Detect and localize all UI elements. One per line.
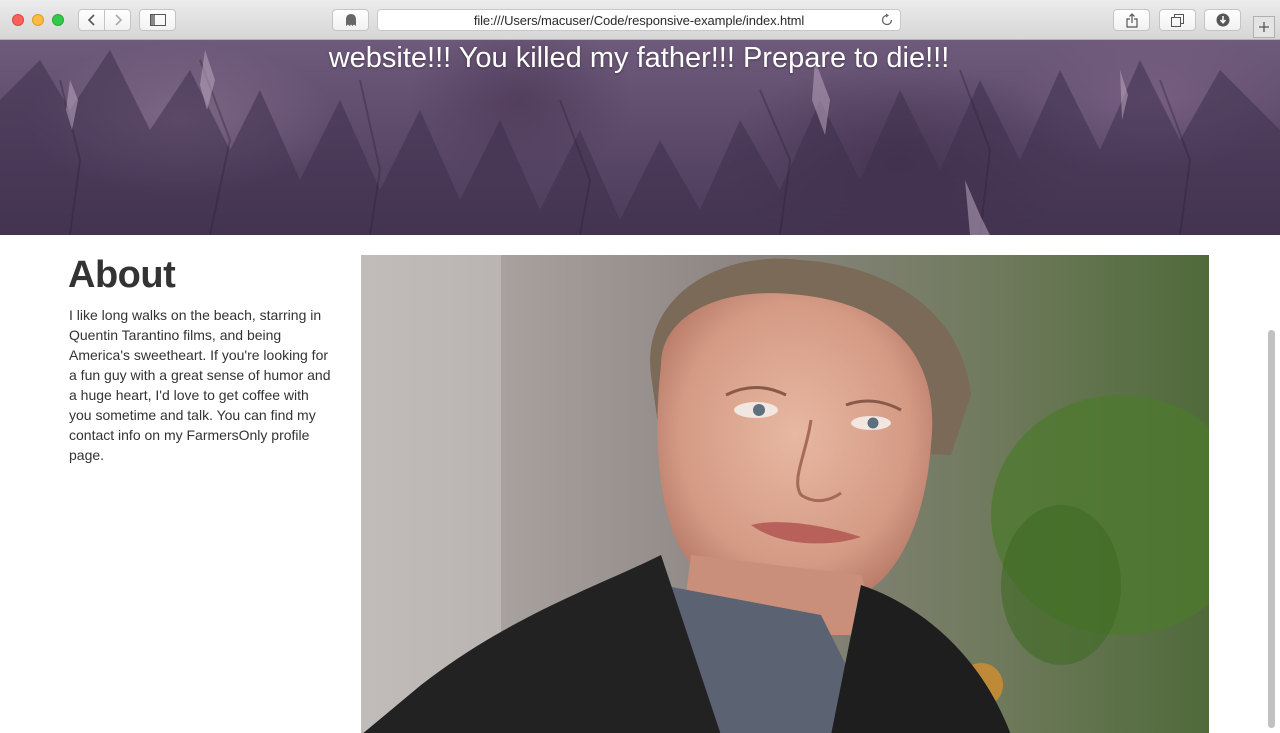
about-paragraph: I like long walks on the beach, starring… <box>69 307 331 463</box>
forward-button[interactable] <box>104 9 131 31</box>
hero-banner: website!!! You killed my father!!! Prepa… <box>0 40 1280 235</box>
sidebar-toggle-button[interactable] <box>139 9 176 31</box>
chevron-right-icon <box>114 14 122 26</box>
back-button[interactable] <box>78 9 105 31</box>
reload-icon[interactable] <box>880 13 894 27</box>
url-text: file:///Users/macuser/Code/responsive-ex… <box>473 12 805 28</box>
ghost-icon <box>345 14 356 26</box>
share-button[interactable] <box>1113 9 1150 31</box>
new-tab-button[interactable] <box>1253 16 1275 38</box>
minimize-window-button[interactable] <box>32 14 44 26</box>
download-icon <box>1216 13 1229 27</box>
hero-title: website!!! You killed my father!!! Prepa… <box>328 42 950 74</box>
profile-photo <box>361 255 1209 733</box>
plus-icon <box>1259 22 1269 32</box>
show-tabs-button[interactable] <box>1159 9 1196 31</box>
web-page: website!!! You killed my father!!! Prepa… <box>0 40 1280 733</box>
chevron-left-icon <box>87 14 95 26</box>
downloads-button[interactable] <box>1204 9 1241 31</box>
page-scrollbar-thumb[interactable] <box>1268 330 1275 728</box>
about-heading: About <box>68 254 176 296</box>
ghostery-extension-button[interactable] <box>332 9 369 31</box>
sidebar-icon <box>149 14 166 26</box>
share-icon <box>1125 12 1138 28</box>
close-window-button[interactable] <box>12 14 24 26</box>
address-bar[interactable]: file:///Users/macuser/Code/responsive-ex… <box>377 9 901 31</box>
fullscreen-window-button[interactable] <box>52 14 64 26</box>
tabs-icon <box>1171 13 1184 27</box>
browser-toolbar: file:///Users/macuser/Code/responsive-ex… <box>0 0 1280 40</box>
